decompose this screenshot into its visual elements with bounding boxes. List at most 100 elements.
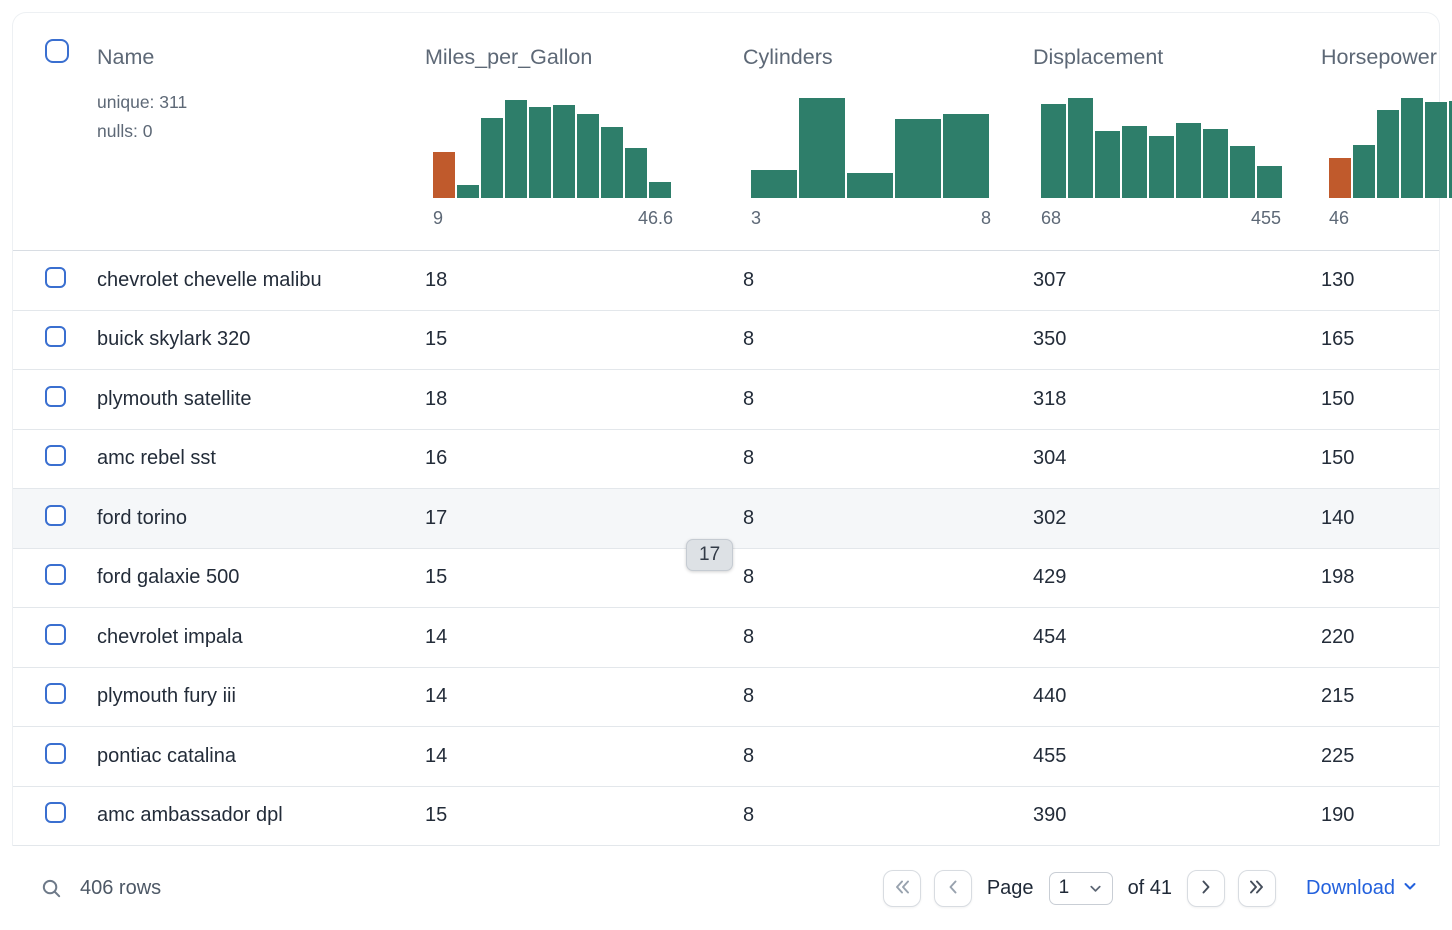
row-checkbox[interactable] <box>45 683 66 704</box>
page-select[interactable]: 1 <box>1049 872 1113 905</box>
histogram-bar[interactable] <box>751 170 797 198</box>
histogram-bar[interactable] <box>1095 131 1120 198</box>
table-footer: 406 rows Page 1 <box>0 846 1452 930</box>
table-row[interactable]: chevrolet chevelle malibu 18 8 307 130 <box>13 251 1439 311</box>
table-row[interactable]: amc ambassador dpl 15 8 390 190 <box>13 787 1439 847</box>
histogram-bar[interactable] <box>505 100 527 198</box>
histogram-bars <box>751 98 991 198</box>
cell-displacement: 440 <box>1033 685 1321 708</box>
cell-displacement: 307 <box>1033 269 1321 292</box>
histogram-bar[interactable] <box>1041 104 1066 198</box>
row-checkbox[interactable] <box>45 267 66 288</box>
displacement-histogram: 68 455 <box>1041 98 1281 229</box>
column-title-cylinders: Cylinders <box>743 45 1033 70</box>
row-checkbox[interactable] <box>45 802 66 823</box>
histogram-bar[interactable] <box>601 127 623 198</box>
histogram-bar[interactable] <box>943 114 989 198</box>
cell-cylinders: 8 <box>743 388 1033 411</box>
download-button[interactable]: Download <box>1306 877 1418 900</box>
next-page-button[interactable] <box>1187 870 1225 907</box>
column-title-name: Name <box>97 45 425 70</box>
column-header-horsepower[interactable]: Horsepower 46 <box>1321 39 1439 229</box>
column-title-displacement: Displacement <box>1033 45 1321 70</box>
cell-mpg: 14 <box>425 626 743 649</box>
first-page-button[interactable] <box>883 870 921 907</box>
histogram-bars <box>433 98 673 198</box>
histogram-bar[interactable] <box>577 114 599 198</box>
cell-cylinders: 8 <box>743 566 1033 589</box>
row-checkbox[interactable] <box>45 505 66 526</box>
row-checkbox-cell <box>13 564 97 591</box>
column-header-cylinders[interactable]: Cylinders 3 8 <box>743 39 1033 229</box>
histogram-bar[interactable] <box>1068 98 1093 198</box>
meta-nulls: nulls: 0 <box>97 117 425 146</box>
cell-horsepower: 198 <box>1321 566 1439 589</box>
table-card: Name unique: 311 nulls: 0 Miles_per_Gall… <box>12 12 1440 846</box>
table-row[interactable]: plymouth fury iii 14 8 440 215 <box>13 668 1439 728</box>
histogram-bar[interactable] <box>529 107 551 198</box>
column-header-name[interactable]: Name unique: 311 nulls: 0 <box>97 39 425 146</box>
value-tooltip: 17 <box>686 539 733 571</box>
cell-displacement: 304 <box>1033 447 1321 470</box>
table-row[interactable]: amc rebel sst 16 8 304 150 <box>13 430 1439 490</box>
last-page-button[interactable] <box>1238 870 1276 907</box>
histogram-bar[interactable] <box>1122 126 1147 198</box>
select-all-checkbox[interactable] <box>45 39 69 63</box>
table-row[interactable]: buick skylark 320 15 8 350 165 <box>13 311 1439 371</box>
histogram-bar[interactable] <box>1149 136 1174 198</box>
histogram-bar[interactable] <box>895 119 941 198</box>
page-select-value: 1 <box>1059 877 1070 899</box>
meta-unique: unique: 311 <box>97 88 425 117</box>
row-checkbox[interactable] <box>45 743 66 764</box>
row-checkbox[interactable] <box>45 624 66 645</box>
cell-displacement: 302 <box>1033 507 1321 530</box>
histogram-bar[interactable] <box>1257 166 1282 198</box>
row-checkbox[interactable] <box>45 386 66 407</box>
row-checkbox-cell <box>13 802 97 829</box>
cell-cylinders: 8 <box>743 626 1033 649</box>
histogram-bar[interactable] <box>1329 158 1351 198</box>
histogram-bar[interactable] <box>625 148 647 198</box>
row-checkbox-cell <box>13 386 97 413</box>
row-checkbox-cell <box>13 267 97 294</box>
histogram-bar[interactable] <box>1353 145 1375 198</box>
cell-name: plymouth satellite <box>97 388 425 411</box>
cell-horsepower: 150 <box>1321 447 1439 470</box>
cell-cylinders: 8 <box>743 447 1033 470</box>
histogram-bar[interactable] <box>1203 129 1228 198</box>
cell-horsepower: 140 <box>1321 507 1439 530</box>
hist-max-label: 8 <box>981 208 991 229</box>
column-header-displacement[interactable]: Displacement 68 455 <box>1033 39 1321 229</box>
hist-min-label: 3 <box>751 208 761 229</box>
column-header-mpg[interactable]: Miles_per_Gallon 9 46.6 <box>425 39 743 229</box>
download-label: Download <box>1306 877 1395 900</box>
row-checkbox[interactable] <box>45 445 66 466</box>
histogram-bar[interactable] <box>433 152 455 198</box>
histogram-bar[interactable] <box>553 105 575 198</box>
cylinders-histogram: 3 8 <box>751 98 991 229</box>
hist-min-label: 46 <box>1329 208 1349 229</box>
table-row[interactable]: chevrolet impala 14 8 454 220 <box>13 608 1439 668</box>
pagination: Page 1 of 41 <box>883 870 1276 907</box>
row-checkbox-cell <box>13 683 97 710</box>
histogram-bar[interactable] <box>799 98 845 198</box>
histogram-bar[interactable] <box>457 185 479 198</box>
histogram-bar[interactable] <box>1425 102 1447 198</box>
row-checkbox[interactable] <box>45 326 66 347</box>
histogram-bar[interactable] <box>1377 110 1399 198</box>
table-row[interactable]: pontiac catalina 14 8 455 225 <box>13 727 1439 787</box>
row-checkbox[interactable] <box>45 564 66 585</box>
row-checkbox-cell <box>13 505 97 532</box>
search-icon[interactable] <box>40 877 63 900</box>
histogram-bar[interactable] <box>1230 146 1255 198</box>
cell-cylinders: 8 <box>743 269 1033 292</box>
histogram-axis-labels: 68 455 <box>1041 208 1281 229</box>
prev-page-button[interactable] <box>934 870 972 907</box>
histogram-bar[interactable] <box>1176 123 1201 198</box>
histogram-bar[interactable] <box>649 182 671 198</box>
column-title-horsepower: Horsepower <box>1321 45 1439 70</box>
table-row[interactable]: plymouth satellite 18 8 318 150 <box>13 370 1439 430</box>
histogram-bar[interactable] <box>847 173 893 198</box>
histogram-bar[interactable] <box>481 118 503 198</box>
histogram-bar[interactable] <box>1401 98 1423 198</box>
